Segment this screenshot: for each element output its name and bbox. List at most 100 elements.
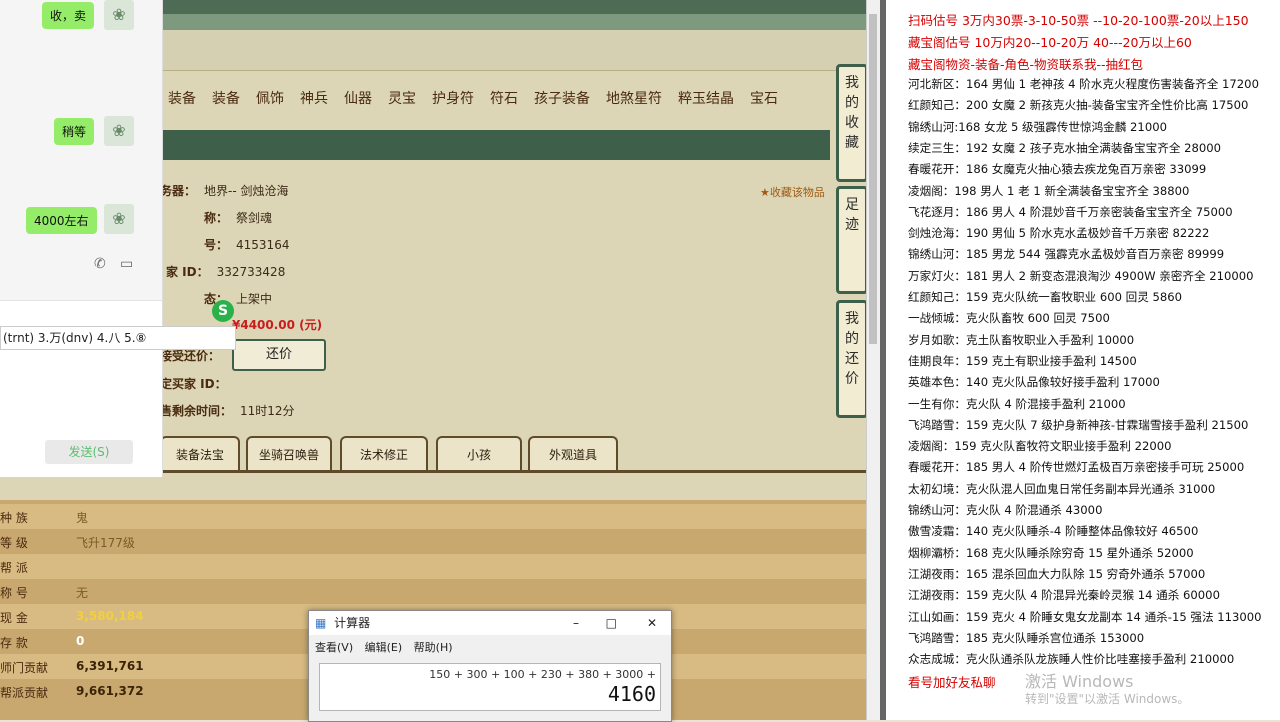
side-tab-footprint[interactable]: 足迹: [836, 186, 868, 294]
doc-line: 傲雪凌霜：140 克火队睡杀-4 阶睡整体品像较好 46500: [908, 524, 1199, 539]
doc-line: 岁月如歌：克土队畜牧职业入手盈利 10000: [908, 332, 1135, 347]
info-id: 号： 4153164: [204, 236, 289, 253]
doc-footer: 看号加好友私聊: [908, 675, 996, 690]
info-label: 定买家 ID：: [160, 377, 227, 391]
chat-window: 收，卖 ❀ 稍等 ❀ 4000左右 ❀ ✆ ▭ 发送(S): [0, 0, 163, 477]
category-tab[interactable]: 装备: [160, 84, 204, 114]
doc-line: 江湖夜雨：159 克火队 4 阶混异光秦岭灵猴 14 通杀 60000: [908, 588, 1220, 603]
stat-label: 帮派贡献: [0, 686, 49, 700]
category-tab[interactable]: 灵宝: [380, 84, 424, 114]
category-tab[interactable]: 神兵: [292, 84, 336, 114]
maximize-icon[interactable]: □: [606, 611, 617, 635]
doc-line: 春暖花开：186 女魔克火抽心猿去疾龙兔百万亲密 33099: [908, 162, 1207, 177]
info-time-left: 售剩余时间： 11时12分: [160, 402, 295, 419]
info-value: 上架中: [236, 292, 273, 306]
ime-logo-icon: S: [212, 300, 234, 322]
calculator-expression: 150 + 300 + 100 + 230 + 380 + 3000 +: [429, 668, 656, 681]
chat-message: 稍等: [54, 118, 95, 145]
tab-appearance[interactable]: 外观道具: [528, 436, 618, 470]
info-value: 332733428: [216, 265, 286, 279]
menu-help[interactable]: 帮助(H): [414, 641, 453, 654]
doc-line: 锦绣山河:168 女龙 5 级强霹传世惊鸿金麟 21000: [908, 119, 1167, 134]
scroll-thumb[interactable]: [869, 14, 877, 344]
info-server: 务器： 地界-- 剑烛沧海: [160, 182, 289, 199]
info-label: 称：: [204, 211, 229, 225]
activation-watermark-sub: 转到"设置"以激活 Windows。: [1025, 692, 1190, 706]
menu-edit[interactable]: 编辑(E): [365, 641, 403, 654]
stat-value: 飞升177级: [76, 536, 135, 550]
stat-row: 种 族鬼: [0, 504, 866, 529]
side-tab-favorites[interactable]: 我的收藏: [836, 64, 868, 182]
close-icon[interactable]: ✕: [647, 611, 657, 635]
category-tab[interactable]: 孩子装备: [526, 84, 598, 114]
doc-header-line: 藏宝阁物资-装备-角色-物资联系我--抽红包: [908, 57, 1144, 72]
stat-label: 等 级: [0, 536, 28, 550]
doc-line: 佳期良年：159 克土有职业接手盈利 14500: [908, 353, 1137, 368]
avatar[interactable]: ❀: [104, 0, 134, 30]
calculator-icon: ▦: [315, 616, 327, 630]
doc-line: 凌烟阁：159 克火队畜牧符文职业接手盈利 22000: [908, 439, 1172, 454]
category-tab[interactable]: 佩饰: [248, 84, 292, 114]
category-tab[interactable]: 宝石: [742, 84, 786, 114]
minimize-icon[interactable]: –: [573, 611, 579, 635]
category-tab[interactable]: 地煞星符: [598, 84, 670, 114]
category-tab[interactable]: 护身符: [424, 84, 482, 114]
doc-line: 红颜知己：200 女魔 2 新孩克火抽-装备宝宝齐全性价比高 17500: [908, 98, 1249, 113]
stat-label: 种 族: [0, 511, 28, 525]
stat-row: 称 号无: [0, 579, 866, 604]
phone-icon[interactable]: ✆: [94, 256, 106, 272]
stat-value: 无: [76, 586, 89, 600]
tab-child[interactable]: 小孩: [436, 436, 522, 470]
side-tab-my-offers[interactable]: 我的还价: [836, 300, 868, 418]
price-value: ¥4400.00 (元): [232, 318, 323, 332]
avatar[interactable]: ❀: [104, 116, 134, 146]
category-tab[interactable]: 符石: [482, 84, 526, 114]
doc-line: 烟柳灞桥：168 克火队睡杀除穷奇 15 星外通杀 52000: [908, 545, 1194, 560]
counter-offer-button[interactable]: 还价: [232, 339, 326, 371]
info-buyer-id: 定买家 ID：: [160, 375, 227, 392]
collect-link[interactable]: ★收藏该物品: [760, 184, 825, 200]
doc-line: 春暖花开：185 男人 4 阶传世燃灯孟极百万亲密接手可玩 25000: [908, 460, 1245, 475]
sub-header: [160, 30, 866, 71]
menu-view[interactable]: 查看(V): [315, 641, 353, 654]
stat-value: 6,391,761: [76, 659, 144, 673]
info-name: 称： 祭剑魂: [204, 209, 272, 226]
stat-label: 帮 派: [0, 561, 28, 575]
calculator-display: 150 + 300 + 100 + 230 + 380 + 3000 + 416…: [319, 663, 661, 711]
stat-value: 3,580,184: [76, 609, 144, 623]
tab-equipment[interactable]: 装备法宝: [160, 436, 240, 470]
star-icon: ★: [760, 186, 770, 199]
stat-value: 9,661,372: [76, 684, 144, 698]
doc-line: 英雄本色：140 克火队品像较好接手盈利 17000: [908, 375, 1160, 390]
chat-message: 4000左右: [26, 207, 97, 234]
calculator-title: 计算器: [334, 616, 371, 630]
activation-watermark: 激活 Windows: [1025, 672, 1134, 691]
ime-candidates[interactable]: (trnt) 3.万(dnv) 4.八 5.⑧: [0, 326, 236, 350]
doc-line: 一生有你：克火队 4 阶混接手盈利 21000: [908, 396, 1126, 411]
calculator-window: ▦ 计算器 – □ ✕ 查看(V) 编辑(E) 帮助(H) 150 + 300 …: [308, 610, 672, 722]
avatar[interactable]: ❀: [104, 204, 134, 234]
doc-line: 万家灯火：181 男人 2 新变态混浪淘沙 4900W 亲密齐全 210000: [908, 268, 1254, 283]
info-label: 家 ID：: [166, 265, 209, 279]
category-tab[interactable]: 粹玉结晶: [670, 84, 742, 114]
category-tab[interactable]: 装备: [204, 84, 248, 114]
doc-line: 众志成城：克火队通杀队龙族睡人性价比哇塞接手盈利 210000: [908, 652, 1235, 667]
info-value: 地界-- 剑烛沧海: [204, 184, 289, 198]
send-button[interactable]: 发送(S): [45, 440, 133, 464]
category-tabs: 装备 装备 佩饰 神兵 仙器 灵宝 护身符 符石 孩子装备 地煞星符 粹玉结晶 …: [160, 84, 830, 114]
detail-tabs: 装备法宝 坐骑召唤兽 法术修正 小孩 外观道具: [160, 436, 866, 470]
doc-header-line: 扫码估号 3万内30票-3-10-50票 --10-20-100票-20以上15…: [908, 13, 1249, 28]
info-value: 祭剑魂: [236, 211, 273, 225]
doc-line: 剑烛沧海：190 男仙 5 阶水克水孟极妙音千万亲密 82222: [908, 226, 1210, 241]
category-tab[interactable]: 仙器: [336, 84, 380, 114]
doc-line: 飞鸿踏雪：159 克火队 7 级护身新神孩-甘霖瑞雪接手盈利 21500: [908, 417, 1249, 432]
tab-spells[interactable]: 法术修正: [340, 436, 428, 470]
doc-header-line: 藏宝阁估号 10万内20--10-20万 40---20万以上60: [908, 35, 1192, 50]
doc-line: 一战倾城：克火队畜牧 600 回灵 7500: [908, 311, 1110, 326]
tab-mounts[interactable]: 坐骑召唤兽: [246, 436, 332, 470]
video-call-icon[interactable]: ▭: [120, 256, 133, 272]
info-label: 务器：: [160, 184, 197, 198]
calculator-menu: 查看(V) 编辑(E) 帮助(H): [315, 639, 453, 655]
price-list-document: 扫码估号 3万内30票-3-10-50票 --10-20-100票-20以上15…: [886, 0, 1280, 720]
doc-line: 锦绣山河：克火队 4 阶混通杀 43000: [908, 503, 1103, 517]
